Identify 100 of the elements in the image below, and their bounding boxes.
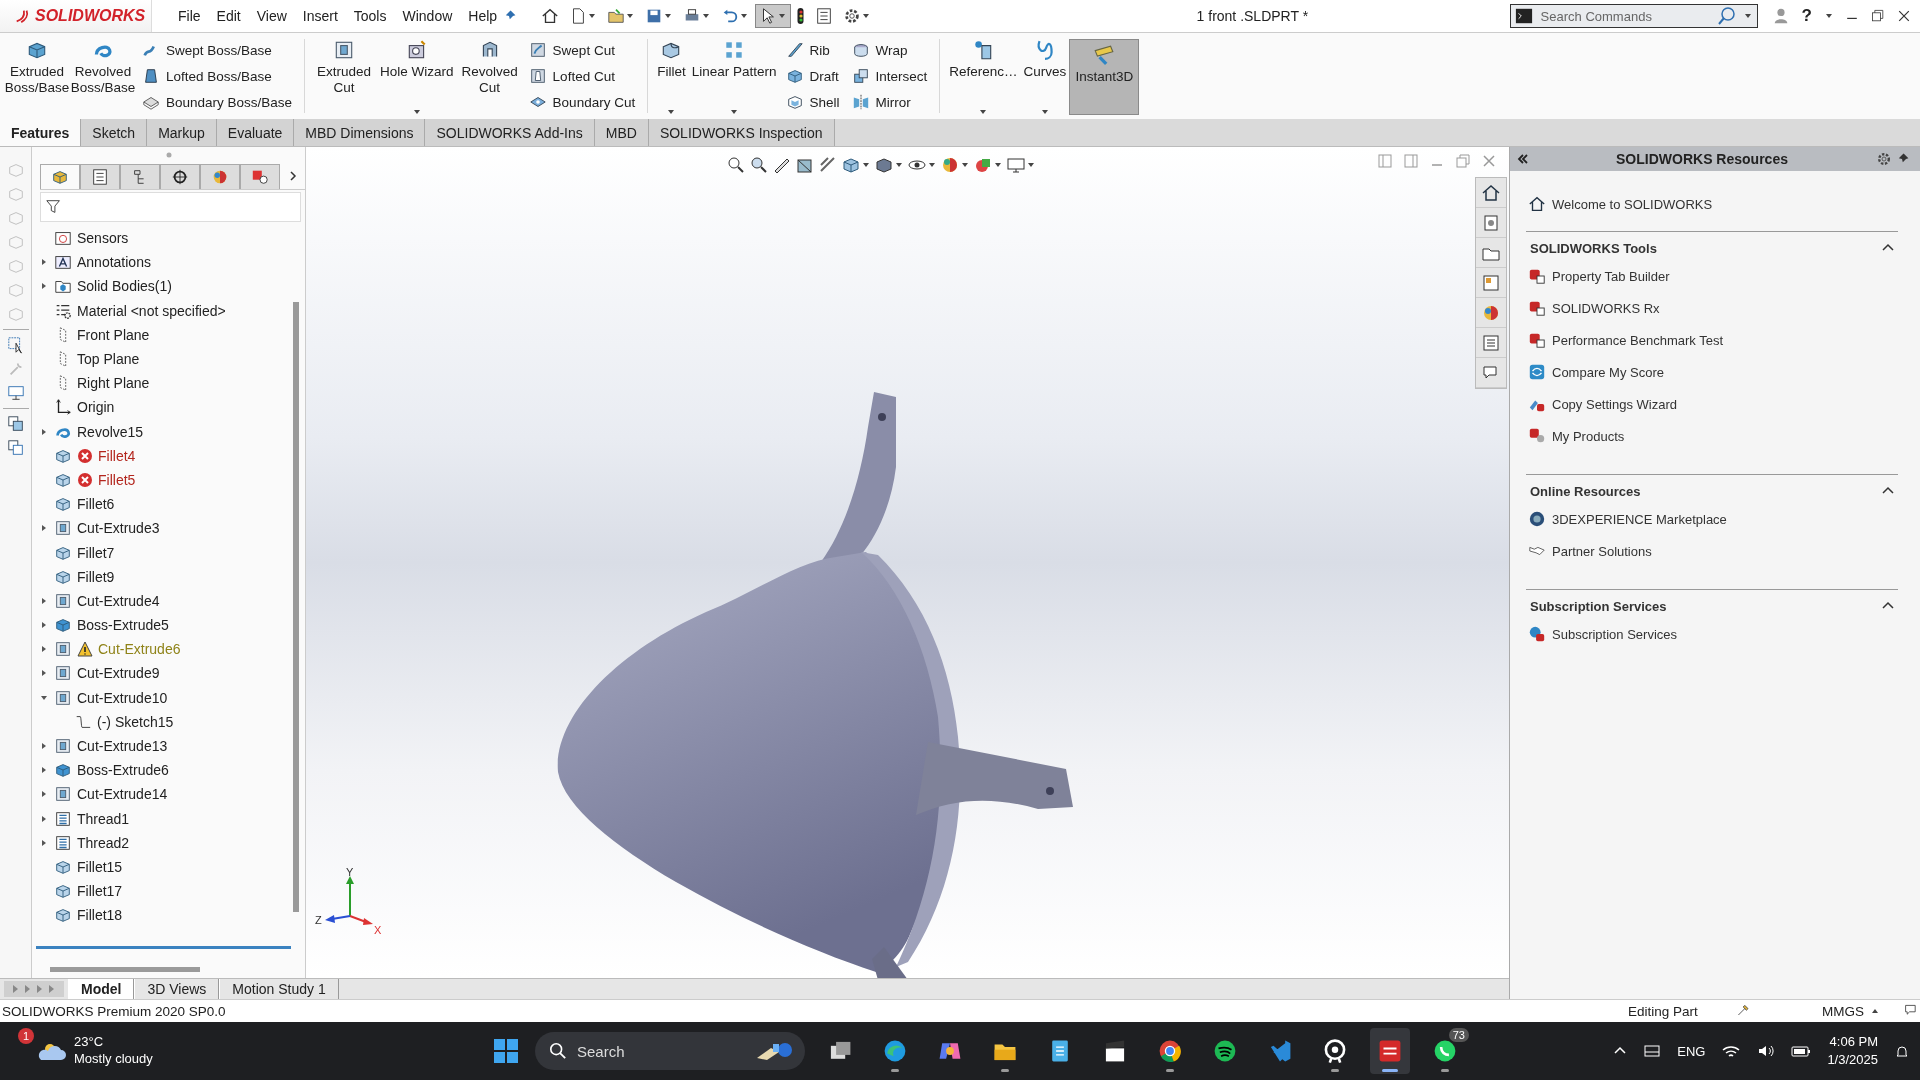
parts-library-icon[interactable] xyxy=(1481,212,1501,233)
ribbon-button[interactable]: Boundary Boss/Base xyxy=(142,93,293,111)
notification-bell-icon[interactable] xyxy=(1894,1043,1910,1059)
panel-tab[interactable] xyxy=(160,163,200,189)
ribbon-button[interactable]: Intersect xyxy=(851,67,928,85)
tree-item[interactable]: Fillet9 xyxy=(52,567,117,586)
windows-start-icon[interactable] xyxy=(492,1037,520,1065)
tree-item[interactable]: Material <not specified> xyxy=(52,301,228,320)
home-icon[interactable] xyxy=(1481,182,1501,203)
command-tab[interactable]: Markup xyxy=(147,119,217,146)
command-tab[interactable]: MBD xyxy=(594,119,649,146)
view-orientation-icon[interactable] xyxy=(841,155,861,175)
select-icon[interactable] xyxy=(6,336,25,354)
ribbon-button[interactable]: Instant3D xyxy=(1069,39,1140,115)
tree-item[interactable]: Thread2 xyxy=(52,833,132,852)
collapse-panel-icon[interactable] xyxy=(1516,153,1528,165)
ribbon-button[interactable]: Shell xyxy=(785,93,840,111)
resource-link[interactable]: Property Tab Builder xyxy=(1526,260,1670,292)
tree-item[interactable]: Right Plane xyxy=(52,374,152,393)
menu-item[interactable]: Edit xyxy=(208,4,249,28)
clock-date[interactable]: 1/3/2025 xyxy=(1827,1051,1878,1070)
resource-link[interactable]: Performance Benchmark Test xyxy=(1526,324,1723,356)
search-input[interactable]: Search Commands xyxy=(1538,7,1711,25)
ribbon-button[interactable]: Lofted Boss/Base xyxy=(142,67,293,85)
resource-link[interactable]: SOLIDWORKS Rx xyxy=(1526,292,1660,324)
command-tab[interactable]: SOLIDWORKS Add-Ins xyxy=(425,119,595,146)
taskbar-app[interactable] xyxy=(1370,1028,1410,1074)
gear-icon[interactable] xyxy=(1876,151,1892,167)
close-icon[interactable] xyxy=(1896,8,1912,24)
ribbon-button[interactable]: Extruded Cut xyxy=(311,33,378,119)
tree-item[interactable]: Cut-Extrude9 xyxy=(52,664,162,683)
zoom-area-icon[interactable] xyxy=(749,155,769,175)
tree-item[interactable]: Cut-Extrude10 xyxy=(52,688,170,707)
menu-item[interactable]: Help xyxy=(460,4,506,28)
ribbon-button[interactable]: Extruded Boss/Base xyxy=(4,33,70,119)
tree-item[interactable]: Cut-Extrude6 xyxy=(52,640,183,659)
tree-item[interactable]: Fillet6 xyxy=(52,495,117,514)
ribbon-button[interactable]: Boundary Cut xyxy=(528,93,636,111)
stack-icon[interactable] xyxy=(6,439,25,457)
model-tab[interactable]: Model xyxy=(68,979,135,999)
grip-icon[interactable] xyxy=(164,151,173,159)
section-toggle[interactable] xyxy=(1882,601,1894,611)
ribbon-button[interactable]: Fillet xyxy=(654,33,689,119)
display-style-icon[interactable] xyxy=(874,155,894,175)
tree-item[interactable]: Solid Bodies(1) xyxy=(52,277,174,296)
tree-item[interactable]: Cut-Extrude3 xyxy=(52,519,162,538)
resource-link[interactable]: Partner Solutions xyxy=(1526,535,1652,567)
menu-item[interactable]: Insert xyxy=(294,4,346,28)
panel-tab[interactable] xyxy=(80,163,120,189)
tree-item[interactable]: Cut-Extrude4 xyxy=(52,591,162,610)
chevron-right-icon[interactable] xyxy=(288,171,298,181)
battery-icon[interactable] xyxy=(1791,1043,1812,1059)
section-toggle[interactable] xyxy=(1882,486,1894,496)
appearance-icon[interactable] xyxy=(940,155,960,175)
restore-icon[interactable] xyxy=(1870,8,1886,24)
screen-icon[interactable] xyxy=(6,384,25,402)
clock-time[interactable]: 4:06 PM xyxy=(1829,1032,1878,1051)
ribbon-button[interactable]: Draft xyxy=(785,67,840,85)
search-field[interactable]: Search Commands xyxy=(1509,4,1758,28)
resource-link[interactable]: Welcome to SOLIDWORKS xyxy=(1528,195,1920,213)
tree-item[interactable]: Top Plane xyxy=(52,350,142,369)
taskbar-search[interactable]: Search xyxy=(535,1032,805,1070)
tile-right-icon[interactable] xyxy=(1403,153,1419,169)
scrollbar[interactable] xyxy=(50,967,200,972)
ribbon-button[interactable]: Curves xyxy=(1020,33,1070,119)
tree-item[interactable]: Fillet4 xyxy=(52,446,138,465)
command-tab[interactable]: Features xyxy=(0,119,82,146)
ribbon-button[interactable]: Referenc… xyxy=(946,33,1021,119)
ribbon-button[interactable]: Swept Cut xyxy=(528,41,636,59)
resource-link[interactable]: Subscription Services xyxy=(1526,618,1677,650)
ribbon-button[interactable]: Revolved Cut xyxy=(456,33,523,119)
menu-item[interactable]: File xyxy=(170,4,209,28)
menu-item[interactable]: Window xyxy=(394,4,461,28)
device-icon[interactable] xyxy=(1643,1043,1662,1059)
ribbon-button[interactable]: Linear Pattern xyxy=(688,33,780,119)
toolbar-button[interactable] xyxy=(755,4,792,28)
tree-item[interactable]: Cut-Extrude14 xyxy=(52,785,170,804)
resource-link[interactable]: My Products xyxy=(1526,420,1625,452)
tree-item[interactable]: Sensors xyxy=(52,229,131,248)
tree-item[interactable]: Fillet17 xyxy=(52,882,125,901)
tree-item[interactable]: Boss-Extrude5 xyxy=(52,616,171,635)
ribbon-button[interactable]: Mirror xyxy=(851,93,928,111)
wifi-icon[interactable] xyxy=(1721,1043,1742,1059)
tree-item[interactable]: (-) Sketch15 xyxy=(72,712,176,731)
ribbon-button[interactable]: Lofted Cut xyxy=(528,67,636,85)
command-tab[interactable]: Evaluate xyxy=(216,119,295,146)
tree-item[interactable]: Fillet18 xyxy=(52,906,125,925)
help-button[interactable]: ? xyxy=(1799,6,1814,26)
tree-item[interactable]: Cut-Extrude13 xyxy=(52,737,170,756)
zoom-fit-icon[interactable] xyxy=(726,155,746,175)
tree-item[interactable]: Revolve15 xyxy=(52,422,146,441)
view-palette-icon[interactable] xyxy=(1481,272,1501,293)
tree-item[interactable]: Front Plane xyxy=(52,325,152,344)
command-tab[interactable]: Sketch xyxy=(81,119,148,146)
tree-item[interactable]: Fillet7 xyxy=(52,543,117,562)
resource-link[interactable]: 3DEXPERIENCE Marketplace xyxy=(1526,503,1727,535)
properties-icon[interactable] xyxy=(1481,332,1501,353)
tree-item[interactable]: Thread1 xyxy=(52,809,132,828)
scrollbar[interactable] xyxy=(293,302,299,912)
ribbon-button[interactable]: Hole Wizard xyxy=(377,33,457,119)
